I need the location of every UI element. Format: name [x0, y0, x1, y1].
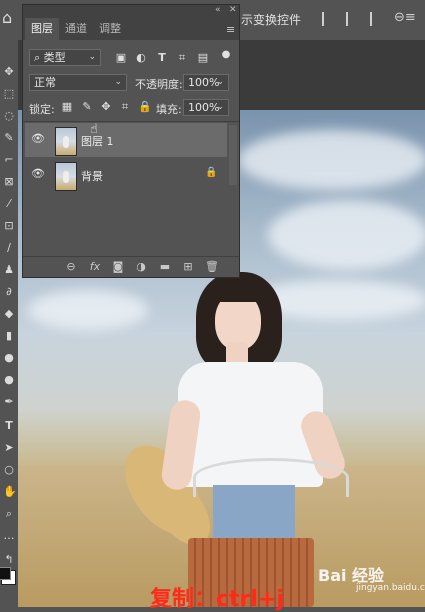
filter-kind-select[interactable]: ⌕ 类型 ⌄	[29, 49, 101, 66]
new-layer-icon[interactable]: ⊞	[182, 261, 194, 273]
path-selection-tool-icon[interactable]: ➤	[3, 442, 15, 454]
type-tool-icon[interactable]: T	[3, 420, 15, 432]
lasso-tool-icon[interactable]: ◌	[3, 110, 15, 122]
tab-layers[interactable]: 图层	[25, 18, 59, 40]
layer-thumbnail	[55, 127, 77, 156]
link-layers-icon[interactable]: ⊖	[65, 261, 77, 273]
chevron-down-icon: ⌄	[114, 77, 122, 87]
align-right-icon[interactable]	[370, 12, 386, 26]
filter-pixel-icon[interactable]: ▣	[115, 52, 127, 64]
lock-transparent-pixels-icon[interactable]: ▦	[61, 101, 73, 113]
chevron-down-icon: ⌄	[216, 102, 224, 112]
distribute-icon[interactable]: ⊖≡	[394, 10, 416, 25]
close-panel-icon[interactable]: ✕	[229, 5, 237, 15]
filter-type-icon[interactable]: T	[156, 52, 168, 64]
hand-cursor-icon: ☝	[90, 122, 98, 137]
blend-mode-select[interactable]: 正常 ⌄	[29, 74, 127, 91]
frame-tool-icon[interactable]: ⊠	[3, 176, 15, 188]
swap-colors-icon[interactable]: ↰	[3, 554, 15, 566]
layer-name: 背景	[81, 170, 103, 183]
gradient-tool-icon[interactable]: ▮	[3, 330, 15, 342]
layer-row-background[interactable]: 👁 背景 🔒	[25, 158, 227, 192]
tab-adjustments[interactable]: 调整	[93, 18, 127, 40]
eyedropper-tool-icon[interactable]: ⁄	[3, 198, 15, 210]
blur-tool-icon[interactable]: ●	[3, 352, 15, 364]
tools-panel: ✥ ⬚ ◌ ✎ ⌐ ⊠ ⁄ ⊡ ∕ ♟ ∂ ◆ ▮ ● ● ✒ T ➤ ○ ✋ …	[0, 40, 18, 607]
home-icon[interactable]: ⌂	[2, 10, 18, 26]
lock-image-pixels-icon[interactable]: ✎	[81, 101, 93, 113]
filter-adjustment-icon[interactable]: ◐	[135, 52, 147, 64]
hand-tool-icon[interactable]: ✋	[3, 486, 17, 498]
foreground-color-swatch[interactable]	[0, 567, 11, 580]
filter-kind-value: 类型	[43, 51, 66, 64]
baidu-watermark-url: jingyan.baidu.com	[356, 583, 425, 593]
eraser-tool-icon[interactable]: ◆	[3, 308, 15, 320]
clone-stamp-tool-icon[interactable]: ♟	[3, 264, 15, 276]
tab-channels[interactable]: 通道	[59, 18, 93, 40]
opacity-label: 不透明度:	[135, 78, 183, 91]
layer-style-fx-icon[interactable]: fx	[89, 261, 101, 273]
chevron-down-icon: ⌄	[88, 52, 96, 62]
filter-toggle-icon[interactable]: ●	[220, 49, 232, 61]
layer-row-layer1[interactable]: 👁 图层 1	[25, 123, 227, 157]
panel-tabs: 图层 通道 调整 ≡	[23, 18, 239, 40]
fill-field[interactable]: 100% ⌄	[183, 99, 229, 116]
marquee-tool-icon[interactable]: ⬚	[3, 88, 15, 100]
healing-brush-tool-icon[interactable]: ⊡	[3, 220, 15, 232]
shape-tool-icon[interactable]: ○	[3, 464, 15, 476]
search-icon: ⌕	[34, 51, 41, 64]
layer-thumbnail	[55, 162, 77, 191]
lock-icon: 🔒	[205, 167, 218, 178]
lock-all-icon[interactable]: 🔒	[138, 101, 152, 113]
move-tool-icon[interactable]: ✥	[3, 66, 15, 78]
blend-mode-value: 正常	[34, 76, 56, 89]
eye-icon[interactable]: 👁	[31, 133, 45, 145]
align-center-icon[interactable]	[346, 12, 362, 26]
new-group-icon[interactable]: ▬	[159, 261, 171, 273]
filter-smart-object-icon[interactable]: ▤	[197, 52, 209, 64]
lock-position-icon[interactable]: ✥	[100, 101, 112, 113]
fill-value: 100%	[188, 101, 220, 114]
more-tools-icon[interactable]: …	[3, 530, 15, 542]
panel-header-bar: « ✕	[23, 5, 239, 18]
align-left-icon[interactable]	[322, 12, 338, 26]
crop-tool-icon[interactable]: ⌐	[3, 154, 15, 166]
opacity-value: 100%	[188, 76, 220, 89]
lock-artboard-icon[interactable]: ⌗	[119, 101, 131, 113]
chevron-down-icon: ⌄	[216, 77, 224, 87]
show-transform-controls-label[interactable]: 示变换控件	[241, 11, 301, 28]
filter-shape-icon[interactable]: ⌗	[176, 52, 188, 64]
fill-label: 填充:	[156, 103, 182, 116]
history-brush-tool-icon[interactable]: ∂	[3, 286, 15, 298]
zoom-tool-icon[interactable]: ⌕	[3, 508, 15, 520]
layers-panel: « ✕ 图层 通道 调整 ≡ ⌕ 类型 ⌄ ▣ ◐ T ⌗ ▤ ● 正常 ⌄ 不…	[22, 4, 240, 278]
eye-icon[interactable]: 👁	[31, 168, 45, 180]
pen-tool-icon[interactable]: ✒	[3, 396, 15, 408]
quick-select-tool-icon[interactable]: ✎	[3, 132, 15, 144]
collapse-panel-icon[interactable]: «	[215, 5, 221, 15]
brush-tool-icon[interactable]: ∕	[3, 242, 15, 254]
adjustment-layer-icon[interactable]: ◑	[135, 261, 147, 273]
layers-scrollbar[interactable]	[229, 125, 237, 185]
opacity-field[interactable]: 100% ⌄	[183, 74, 229, 91]
delete-layer-icon[interactable]: 🗑	[205, 261, 219, 273]
add-mask-icon[interactable]: ◙	[112, 261, 124, 273]
lock-label: 锁定:	[29, 103, 55, 116]
shortcut-caption: 复制：ctrl+j	[150, 587, 284, 612]
panel-menu-icon[interactable]: ≡	[226, 23, 235, 36]
layers-bottom-bar: ⊖ fx ◙ ◑ ▬ ⊞ 🗑	[23, 256, 239, 277]
dodge-tool-icon[interactable]: ●	[3, 374, 15, 386]
